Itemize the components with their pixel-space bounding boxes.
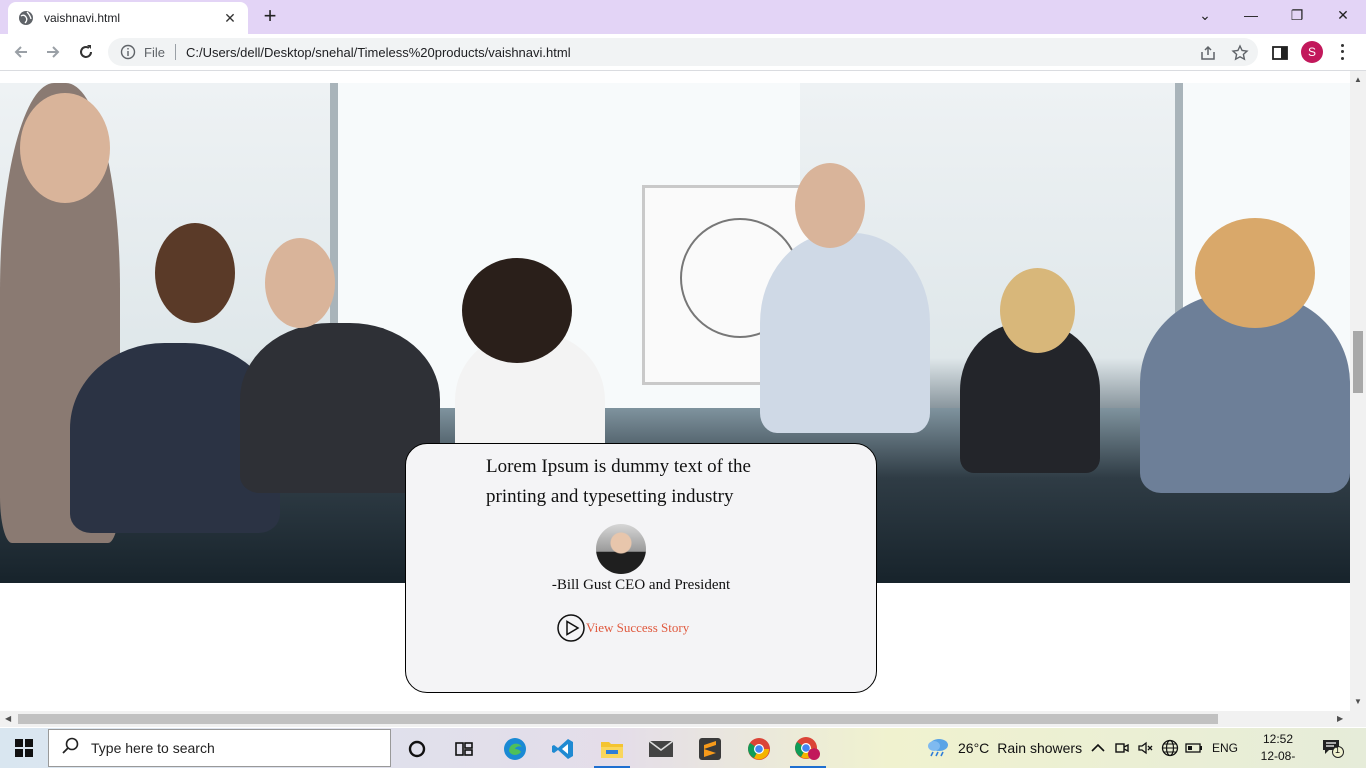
testimonial-card: Lorem Ipsum is dummy text of the printin… — [405, 443, 877, 693]
url-scheme-label: File — [144, 44, 165, 60]
info-icon[interactable] — [120, 44, 136, 60]
weather-temperature: 26°C — [958, 740, 990, 756]
new-tab-button[interactable]: + — [258, 5, 282, 29]
clock-date: 12-08-2022 — [1260, 749, 1296, 768]
back-arrow-icon[interactable] — [9, 40, 33, 64]
profile-avatar[interactable]: S — [1301, 41, 1323, 63]
network-globe-icon[interactable] — [1161, 728, 1179, 768]
weather-widget[interactable]: 26°C Rain showers — [926, 728, 1082, 768]
sublime-text-icon[interactable] — [686, 732, 734, 766]
file-explorer-icon[interactable] — [588, 732, 636, 768]
taskbar-clock[interactable]: 12:52 12-08-2022 — [1248, 731, 1308, 768]
author-avatar — [596, 524, 646, 574]
search-placeholder: Type here to search — [91, 740, 215, 756]
person-head — [1195, 218, 1315, 328]
minimize-button[interactable]: — — [1228, 0, 1274, 30]
page-viewport: Lorem Ipsum is dummy text of the printin… — [0, 71, 1350, 711]
speaker-muted-icon[interactable] — [1137, 728, 1153, 768]
vscode-icon[interactable] — [539, 732, 587, 766]
testimonial-quote: Lorem Ipsum is dummy text of the printin… — [486, 456, 751, 507]
close-window-button[interactable]: ✕ — [1320, 0, 1366, 30]
notification-count: 1 — [1335, 745, 1341, 755]
success-story-label[interactable]: View Success Story — [586, 620, 689, 636]
tab-close-icon[interactable]: ✕ — [222, 10, 238, 27]
browser-tab[interactable]: vaishnavi.html ✕ — [8, 2, 248, 34]
chrome-profile-icon[interactable] — [784, 732, 832, 768]
windows-start-icon[interactable] — [0, 728, 48, 768]
person-presenter — [760, 233, 930, 433]
browser-titlebar: vaishnavi.html ✕ + ⌄ — ❐ ✕ — [0, 0, 1366, 34]
chrome-icon[interactable] — [735, 732, 783, 766]
meet-now-icon[interactable] — [1114, 728, 1130, 768]
browser-menu-icon[interactable] — [1337, 42, 1347, 62]
notification-center-icon[interactable]: 1 — [1322, 738, 1344, 758]
input-language[interactable]: ENG — [1212, 728, 1238, 768]
taskbar-search-box[interactable]: Type here to search — [48, 729, 391, 767]
reload-icon[interactable] — [74, 40, 98, 64]
testimonial-author: -Bill Gust CEO and President — [551, 577, 731, 593]
horizontal-scrollbar[interactable]: ◀ ▶ — [0, 711, 1366, 727]
cortana-icon[interactable] — [393, 732, 441, 766]
person-head — [462, 258, 572, 363]
person-head — [265, 238, 335, 328]
browser-toolbar: File C:/Users/dell/Desktop/snehal/Timele… — [0, 34, 1366, 70]
scroll-up-icon[interactable]: ▲ — [1354, 75, 1362, 84]
task-view-icon[interactable] — [440, 732, 488, 766]
vertical-scrollbar[interactable]: ▲ ▼ — [1350, 71, 1366, 711]
play-icon[interactable] — [557, 614, 585, 642]
globe-icon — [18, 10, 34, 26]
tab-title: vaishnavi.html — [44, 11, 121, 25]
edge-icon[interactable] — [491, 732, 539, 766]
vertical-scroll-thumb[interactable] — [1353, 331, 1363, 393]
clock-time: 12:52 — [1262, 732, 1294, 746]
show-hidden-icons[interactable] — [1091, 728, 1105, 768]
bookmark-star-icon[interactable] — [1231, 44, 1249, 62]
battery-icon[interactable] — [1185, 728, 1203, 768]
rain-cloud-icon — [926, 736, 950, 761]
url-text[interactable]: C:/Users/dell/Desktop/snehal/Timeless%20… — [186, 45, 571, 60]
share-icon[interactable] — [1199, 44, 1217, 62]
scroll-down-icon[interactable]: ▼ — [1354, 697, 1362, 706]
address-bar[interactable]: File C:/Users/dell/Desktop/snehal/Timele… — [108, 38, 1258, 66]
person-head — [20, 93, 110, 203]
horizontal-scroll-thumb[interactable] — [18, 714, 1218, 724]
forward-arrow-icon[interactable] — [41, 40, 65, 64]
windows-taskbar: Type here to search 26°C Rain showers EN… — [0, 728, 1366, 768]
person-head — [155, 223, 235, 323]
person-head — [1000, 268, 1075, 353]
weather-description: Rain showers — [997, 740, 1083, 756]
scroll-right-icon[interactable]: ▶ — [1337, 714, 1343, 723]
tab-search-icon[interactable]: ⌄ — [1182, 0, 1228, 30]
restore-button[interactable]: ❐ — [1274, 0, 1320, 30]
view-success-story-link[interactable]: View Success Story — [557, 614, 689, 642]
search-icon — [61, 737, 79, 760]
scroll-left-icon[interactable]: ◀ — [5, 714, 11, 723]
person-head — [795, 163, 865, 248]
side-panel-icon[interactable] — [1271, 44, 1289, 62]
omnibox-divider — [174, 44, 176, 60]
mail-icon[interactable] — [637, 732, 685, 766]
